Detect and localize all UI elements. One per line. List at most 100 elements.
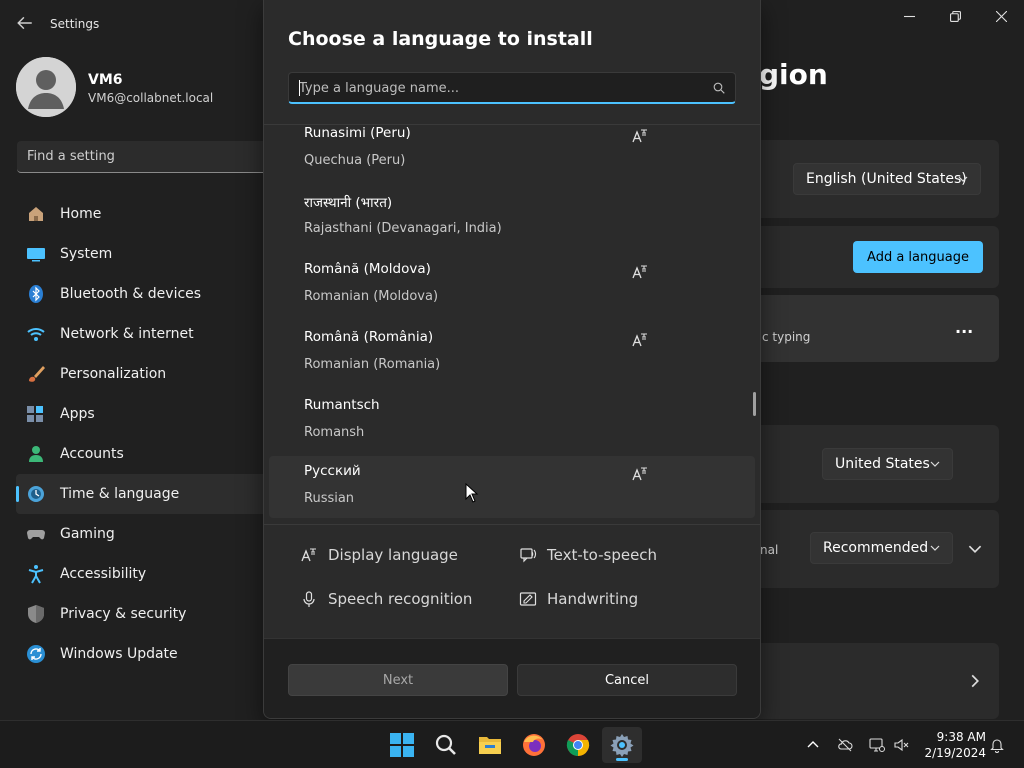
- sidebar-item-gaming[interactable]: Gaming: [16, 514, 280, 554]
- chevron-down-icon: [930, 461, 940, 467]
- onedrive-tray[interactable]: [835, 735, 855, 755]
- taskbar-search-button[interactable]: [426, 727, 466, 763]
- typing-label: c typing: [762, 330, 811, 344]
- country-value: United States: [835, 456, 930, 472]
- language-native-name: Română (România): [304, 329, 434, 345]
- file-explorer-button[interactable]: [470, 727, 510, 763]
- network-ethernet-icon: [869, 738, 885, 752]
- sidebar-item-windows-update[interactable]: Windows Update: [16, 634, 280, 674]
- sidebar-item-network[interactable]: Network & internet: [16, 314, 280, 354]
- sidebar-item-time-language[interactable]: Time & language: [16, 474, 280, 514]
- legend-handwriting: Handwriting: [519, 587, 638, 611]
- accessibility-icon: [26, 564, 46, 584]
- show-hidden-icons-button[interactable]: [803, 735, 823, 755]
- sidebar-item-label: Personalization: [60, 366, 167, 382]
- language-english-name: Romansh: [304, 425, 365, 440]
- list-item[interactable]: Runasimi (Peru) Quechua (Peru): [269, 125, 755, 180]
- next-button[interactable]: Next: [288, 664, 508, 696]
- sidebar-item-privacy[interactable]: Privacy & security: [16, 594, 280, 634]
- cancel-button[interactable]: Cancel: [517, 664, 737, 696]
- add-language-button[interactable]: Add a language: [853, 241, 983, 273]
- sidebar-item-accounts[interactable]: Accounts: [16, 434, 280, 474]
- display-language-icon: [632, 129, 647, 143]
- volume-tray[interactable]: [891, 735, 911, 755]
- language-search-box[interactable]: [288, 72, 736, 104]
- language-english-name: Quechua (Peru): [304, 153, 406, 168]
- microphone-icon: [303, 591, 315, 607]
- list-item[interactable]: राजस्थानी (भारत) Rajasthani (Devanagari,…: [269, 186, 755, 248]
- update-icon: [26, 644, 46, 664]
- dialog-footer: Next Cancel: [264, 638, 760, 718]
- handwriting-icon: [519, 592, 537, 606]
- chevron-right-icon: [971, 674, 979, 688]
- language-english-name: Romanian (Romania): [304, 357, 441, 372]
- profile-email: VM6@collabnet.local: [88, 91, 214, 105]
- language-english-name: Russian: [304, 491, 355, 506]
- system-icon: [26, 244, 46, 264]
- sidebar-item-apps[interactable]: Apps: [16, 394, 280, 434]
- cloud-offline-icon: [838, 738, 853, 752]
- time-language-icon: [26, 484, 46, 504]
- language-list[interactable]: Runasimi (Peru) Quechua (Peru) राजस्थानी…: [264, 125, 760, 524]
- restore-button[interactable]: [932, 0, 978, 32]
- bluetooth-icon: [26, 284, 46, 304]
- chrome-button[interactable]: [558, 727, 598, 763]
- restore-icon: [949, 10, 961, 22]
- close-button[interactable]: [978, 0, 1024, 32]
- regional-format-label: nal: [760, 543, 779, 557]
- list-item[interactable]: Русский Russian: [269, 456, 755, 518]
- list-scrollbar[interactable]: [753, 392, 756, 416]
- display-language-icon: [632, 467, 647, 481]
- clock[interactable]: 9:38 AM 2/19/2024: [916, 729, 986, 761]
- language-search-input[interactable]: [299, 79, 699, 97]
- language-native-name: Русский: [304, 463, 361, 479]
- find-setting-input[interactable]: Find a setting: [17, 141, 279, 173]
- language-native-name: राजस्थानी (भारत): [304, 195, 393, 211]
- profile-name: VM6: [88, 72, 123, 88]
- country-dropdown[interactable]: United States: [822, 448, 953, 480]
- sidebar-item-system[interactable]: System: [16, 234, 280, 274]
- legend-speech-recognition: Speech recognition: [300, 587, 472, 611]
- sidebar-item-home[interactable]: Home: [16, 194, 280, 234]
- sidebar-item-bluetooth[interactable]: Bluetooth & devices: [16, 274, 280, 314]
- dialog-title: Choose a language to install: [288, 28, 593, 50]
- legend-display-language: Display language: [300, 543, 458, 567]
- language-english-name: Romanian (Moldova): [304, 289, 439, 304]
- brush-icon: [26, 364, 46, 384]
- choose-language-dialog: Choose a language to install Runasimi (P…: [263, 0, 761, 719]
- list-item[interactable]: Română (Moldova) Romanian (Moldova): [269, 254, 755, 316]
- clock-date: 2/19/2024: [924, 746, 986, 760]
- start-button[interactable]: [382, 727, 422, 763]
- back-arrow-icon[interactable]: [16, 14, 34, 32]
- more-options-icon[interactable]: ...: [955, 318, 973, 337]
- language-english-name: Rajasthani (Devanagari, India): [304, 221, 502, 236]
- display-language-icon: [632, 333, 647, 347]
- sidebar-item-personalization[interactable]: Personalization: [16, 354, 280, 394]
- sidebar-item-label: Accounts: [60, 446, 124, 462]
- legend-label: Speech recognition: [328, 590, 473, 608]
- avatar: [16, 57, 76, 117]
- firefox-button[interactable]: [514, 727, 554, 763]
- list-item[interactable]: Română (România) Romanian (Romania): [269, 322, 755, 384]
- network-tray[interactable]: [867, 735, 887, 755]
- regional-format-value: Recommended: [823, 540, 929, 556]
- expand-chevron-icon[interactable]: [968, 542, 982, 556]
- regional-format-dropdown[interactable]: Recommended: [810, 532, 953, 564]
- minimize-button[interactable]: [886, 0, 932, 32]
- list-item[interactable]: Rumantsch Romansh: [269, 390, 755, 452]
- language-native-name: Română (Moldova): [304, 261, 431, 277]
- search-icon: [435, 734, 456, 755]
- firefox-icon: [523, 734, 545, 756]
- notifications-button[interactable]: [987, 735, 1007, 755]
- settings-button[interactable]: [602, 727, 642, 763]
- sidebar-nav: Home System Bluetooth & devices Network …: [16, 194, 280, 674]
- sidebar-item-accessibility[interactable]: Accessibility: [16, 554, 280, 594]
- language-native-name: Runasimi (Peru): [304, 125, 411, 141]
- related-settings-card[interactable]: [740, 643, 999, 719]
- display-language-dropdown[interactable]: English (United States): [793, 163, 981, 195]
- sidebar-item-label: Apps: [60, 406, 95, 422]
- network-icon: [26, 324, 46, 344]
- start-icon: [390, 733, 414, 757]
- sidebar-item-label: Home: [60, 206, 102, 222]
- taskbar: 9:38 AM 2/19/2024: [0, 720, 1024, 768]
